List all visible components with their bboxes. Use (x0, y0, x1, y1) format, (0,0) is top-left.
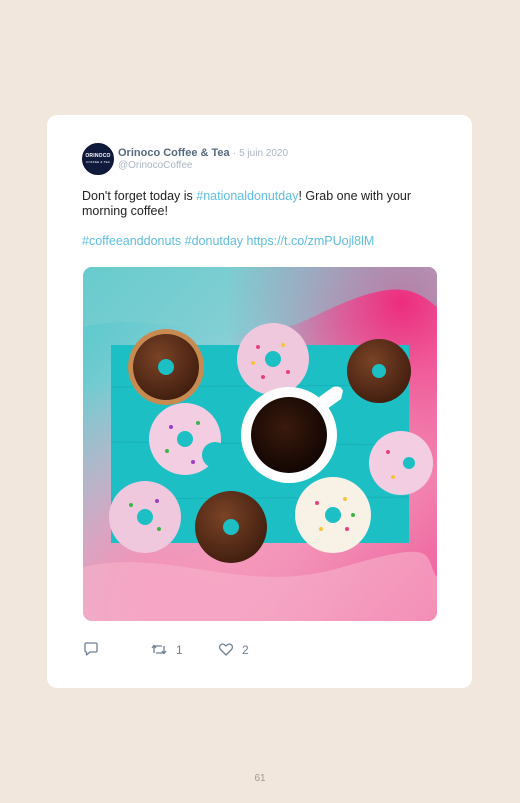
tweet-text: Don't forget today is #nationaldonutday!… (82, 189, 442, 219)
tweet-links[interactable]: #coffeeanddonuts #donutday https://t.co/… (82, 234, 374, 248)
hashtag-link[interactable]: #nationaldonutday (196, 189, 298, 203)
tweet-text-before: Don't forget today is (82, 189, 197, 203)
tweet-actions: 1 2 (83, 642, 249, 657)
retweet-count: 1 (176, 642, 183, 657)
like-button[interactable]: 2 (218, 642, 249, 657)
like-count: 2 (242, 642, 249, 657)
meta-separator: · (232, 148, 237, 159)
author-name[interactable]: Orinoco Coffee & Tea (118, 147, 230, 159)
page-number: 61 (254, 773, 266, 784)
donuts-and-coffee-photo (83, 267, 437, 621)
tweet-image[interactable] (83, 267, 437, 621)
reply-icon (83, 642, 99, 657)
reply-button[interactable] (83, 642, 150, 657)
retweet-icon (150, 642, 168, 657)
tweet-header: ORINOCO COFFEE & TEA Orinoco Coffee & Te… (82, 143, 288, 175)
retweet-button[interactable]: 1 (150, 642, 218, 657)
avatar-logo-subtext: COFFEE & TEA (85, 160, 110, 164)
avatar[interactable]: ORINOCO COFFEE & TEA (82, 143, 114, 175)
author-handle[interactable]: @OrinocoCoffee (118, 160, 288, 171)
tweet-card: ORINOCO COFFEE & TEA Orinoco Coffee & Te… (47, 115, 472, 688)
author-meta: Orinoco Coffee & Tea · 5 juin 2020 @Orin… (118, 147, 288, 171)
heart-icon (218, 642, 234, 657)
tweet-date[interactable]: 5 juin 2020 (239, 148, 288, 159)
